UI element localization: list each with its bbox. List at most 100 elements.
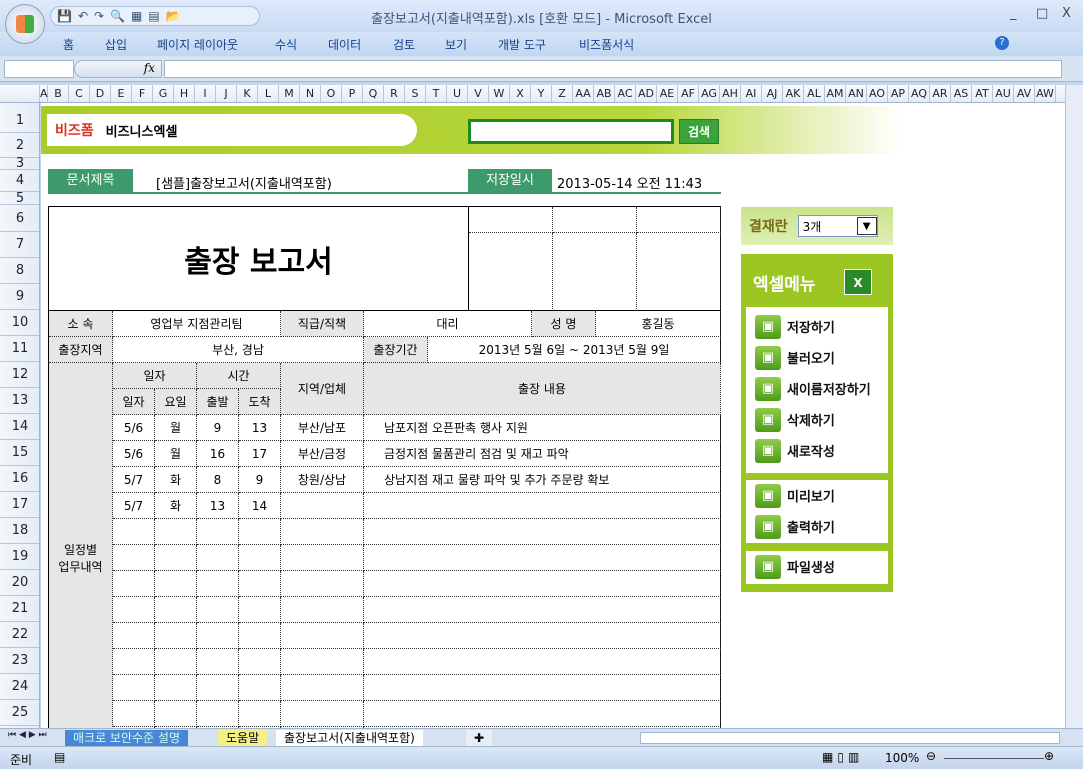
row-header[interactable]: 11 [0, 336, 39, 362]
insert-sheet-icon[interactable]: ✚ [466, 730, 493, 746]
sheet-tab-report[interactable]: 출장보고서(지출내역포함) [276, 730, 423, 746]
entry-content-cell[interactable] [364, 493, 721, 519]
entry-place-cell[interactable] [281, 545, 364, 571]
column-header[interactable]: AB [594, 85, 615, 102]
entry-weekday-cell[interactable]: 월 [155, 415, 197, 441]
column-header[interactable]: AO [867, 85, 888, 102]
entry-weekday-cell[interactable] [155, 571, 197, 597]
column-header[interactable]: AJ [762, 85, 783, 102]
entry-place-cell[interactable] [281, 701, 364, 727]
column-header[interactable]: V [468, 85, 489, 102]
entry-depart-cell[interactable]: 16 [197, 441, 239, 467]
search-input[interactable] [468, 119, 674, 144]
entry-content-cell[interactable] [364, 571, 721, 597]
entry-weekday-cell[interactable] [155, 623, 197, 649]
row-header[interactable]: 18 [0, 518, 39, 544]
row-header[interactable]: 17 [0, 492, 39, 518]
entry-arrive-cell[interactable] [239, 597, 281, 623]
column-header[interactable]: AG [699, 85, 720, 102]
entry-weekday-cell[interactable] [155, 545, 197, 571]
save-icon[interactable]: 💾 [57, 9, 72, 23]
entry-date-cell[interactable]: 5/7 [113, 493, 155, 519]
entry-weekday-cell[interactable]: 월 [155, 441, 197, 467]
entry-place-cell[interactable]: 부산/금정 [281, 441, 364, 467]
column-header[interactable]: AV [1014, 85, 1035, 102]
column-header[interactable]: W [489, 85, 510, 102]
open-icon[interactable]: 📂 [166, 9, 181, 23]
entry-content-cell[interactable] [364, 519, 721, 545]
entry-content-cell[interactable] [364, 675, 721, 701]
row-header[interactable]: 14 [0, 414, 39, 440]
entry-depart-cell[interactable]: 13 [197, 493, 239, 519]
column-header[interactable]: U [447, 85, 468, 102]
entry-weekday-cell[interactable] [155, 649, 197, 675]
entry-arrive-cell[interactable] [239, 623, 281, 649]
sheet-tab-help[interactable]: 도움말 [218, 730, 268, 746]
redo-icon[interactable]: ↷ [94, 9, 104, 23]
entry-arrive-cell[interactable]: 17 [239, 441, 281, 467]
column-header[interactable]: H [174, 85, 195, 102]
row-header[interactable]: 15 [0, 440, 39, 466]
menu-item[interactable]: ▣ 새이름저장하기 [746, 373, 888, 404]
tab-page-layout[interactable]: 페이지 레이아웃 [157, 36, 238, 53]
row-header[interactable]: 19 [0, 544, 39, 570]
tab-bizform[interactable]: 비즈폼서식 [579, 36, 634, 53]
entry-depart-cell[interactable]: 8 [197, 467, 239, 493]
column-header[interactable]: E [111, 85, 132, 102]
column-header[interactable]: Q [363, 85, 384, 102]
approval-select[interactable]: 3개 ▼ [797, 215, 878, 237]
row-header[interactable]: 7 [0, 232, 39, 258]
entry-place-cell[interactable] [281, 597, 364, 623]
row-header[interactable]: 6 [0, 205, 39, 232]
zoom-slider[interactable] [944, 758, 1044, 759]
entry-depart-cell[interactable]: 9 [197, 415, 239, 441]
entry-depart-cell[interactable] [197, 649, 239, 675]
name-box[interactable] [4, 60, 74, 78]
formula-input[interactable] [164, 60, 1062, 78]
entry-depart-cell[interactable] [197, 519, 239, 545]
column-header[interactable]: J [216, 85, 237, 102]
entry-content-cell[interactable] [364, 623, 721, 649]
entry-date-cell[interactable] [113, 675, 155, 701]
column-header[interactable]: I [195, 85, 216, 102]
table-icon[interactable]: ▤ [148, 9, 159, 23]
column-header[interactable]: AK [783, 85, 804, 102]
column-header[interactable]: AP [888, 85, 909, 102]
entry-date-cell[interactable] [113, 623, 155, 649]
entry-date-cell[interactable]: 5/6 [113, 415, 155, 441]
row-header[interactable]: 1 [0, 108, 39, 133]
row-header[interactable]: 22 [0, 622, 39, 648]
entry-place-cell[interactable] [281, 649, 364, 675]
row-header[interactable]: 2 [0, 133, 39, 158]
entry-date-cell[interactable] [113, 545, 155, 571]
row-header[interactable]: 13 [0, 388, 39, 414]
search-button[interactable]: 검색 [679, 119, 719, 144]
entry-content-cell[interactable]: 금정지점 물품관리 점검 및 재고 파악 [364, 441, 721, 467]
approval-title-cell[interactable] [637, 207, 721, 233]
entry-content-cell[interactable]: 남포지점 오픈판촉 행사 지원 [364, 415, 721, 441]
entry-depart-cell[interactable] [197, 623, 239, 649]
select-all-corner[interactable] [0, 85, 40, 102]
entry-date-cell[interactable]: 5/6 [113, 441, 155, 467]
column-header[interactable]: B [48, 85, 69, 102]
tab-formulas[interactable]: 수식 [275, 36, 297, 53]
horizontal-scrollbar[interactable] [640, 732, 1060, 744]
close-button[interactable]: X [1062, 6, 1071, 21]
approval-title-cell[interactable] [469, 207, 553, 233]
column-header[interactable]: A [40, 85, 48, 102]
row-header[interactable]: 9 [0, 284, 39, 310]
column-header[interactable]: AL [804, 85, 825, 102]
entry-weekday-cell[interactable]: 화 [155, 467, 197, 493]
entry-weekday-cell[interactable] [155, 519, 197, 545]
vertical-scrollbar[interactable] [1065, 85, 1083, 728]
tab-insert[interactable]: 삽입 [105, 36, 127, 53]
entry-depart-cell[interactable] [197, 597, 239, 623]
entry-place-cell[interactable] [281, 675, 364, 701]
column-header[interactable]: T [426, 85, 447, 102]
menu-item[interactable]: ▣ 미리보기 [746, 480, 888, 511]
column-header[interactable]: AR [930, 85, 951, 102]
chevron-down-icon[interactable]: ▼ [856, 217, 877, 235]
column-header[interactable]: L [258, 85, 279, 102]
tab-view[interactable]: 보기 [445, 36, 467, 53]
entry-content-cell[interactable] [364, 597, 721, 623]
